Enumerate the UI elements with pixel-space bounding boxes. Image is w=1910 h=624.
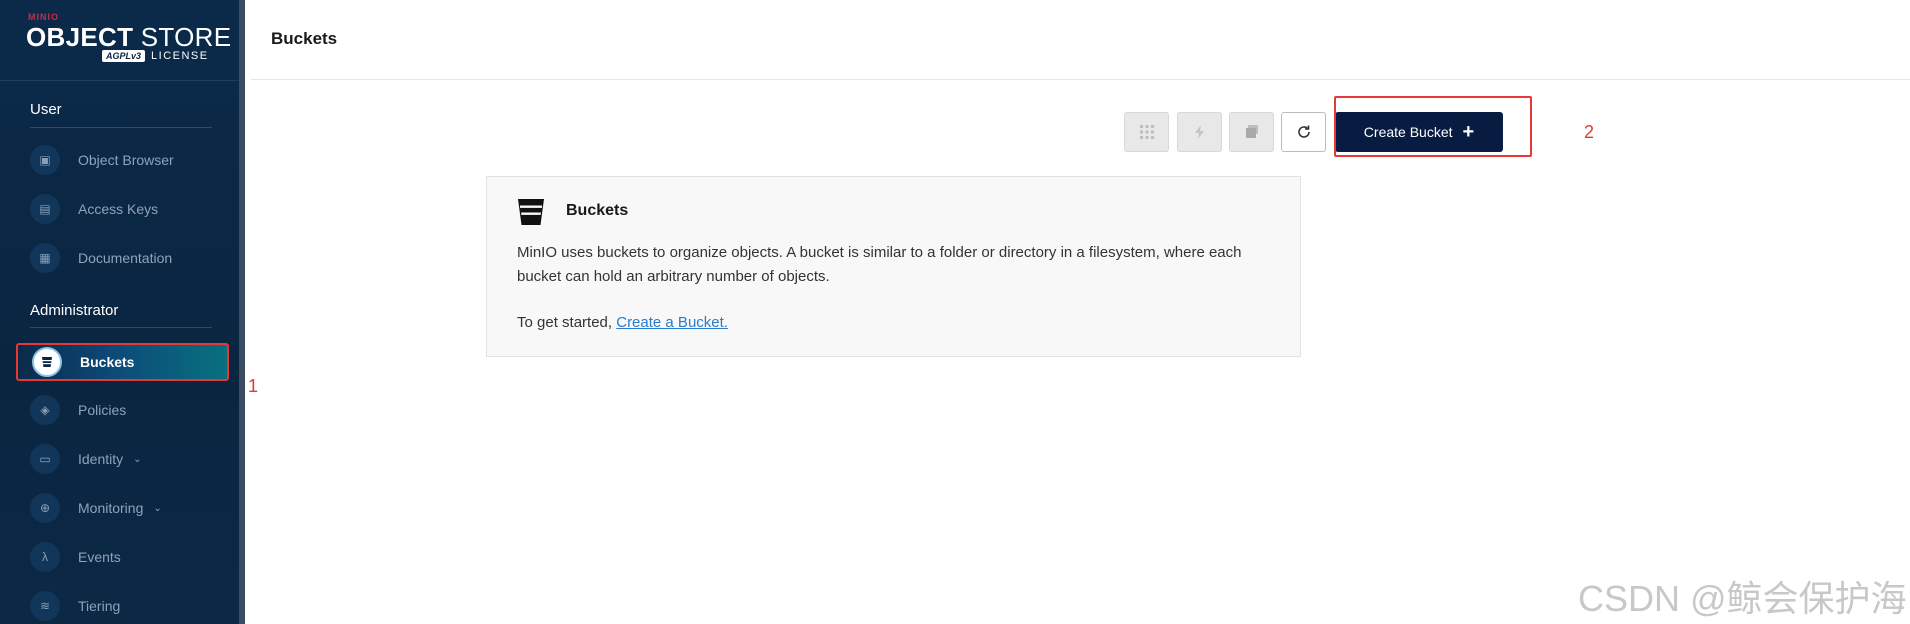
refresh-icon	[1297, 125, 1310, 138]
section-divider	[30, 327, 212, 328]
lifecycle-button[interactable]	[1229, 112, 1274, 152]
watermark: CSDN @鲸会保护海	[1578, 578, 1907, 619]
sidebar: MINIO OBJECT STORE AGPLv3 LICENSE User ▣…	[0, 0, 245, 624]
annotation-number-1: 1	[248, 376, 259, 396]
sidebar-item-documentation[interactable]: ▦ Documentation	[16, 239, 229, 277]
access-keys-icon: ▤	[30, 194, 60, 224]
get-started-text: To get started, Create a Bucket.	[517, 314, 728, 331]
policies-icon: ◈	[30, 395, 60, 425]
bucket-icon	[518, 199, 544, 225]
lightning-icon	[1194, 125, 1204, 139]
sidebar-item-monitoring[interactable]: ⊕ Monitoring ⌄	[16, 489, 229, 527]
logo-brand: MINIO	[28, 12, 59, 22]
buckets-info-card: Buckets MinIO uses buckets to organize o…	[486, 176, 1301, 357]
layers-icon	[1245, 125, 1258, 138]
info-card-description: MinIO uses buckets to organize objects. …	[517, 244, 1242, 285]
sidebar-item-buckets[interactable]: Buckets	[16, 343, 229, 381]
grid-view-button[interactable]	[1124, 112, 1169, 152]
monitoring-icon: ⊕	[30, 493, 60, 523]
page-header: Buckets	[251, 0, 1910, 80]
replication-button[interactable]	[1177, 112, 1222, 152]
minio-logo[interactable]: MINIO OBJECT STORE AGPLv3 LICENSE	[26, 12, 231, 68]
object-browser-icon: ▣	[30, 145, 60, 175]
sidebar-item-events[interactable]: λ Events	[16, 538, 229, 576]
plus-icon: +	[1462, 121, 1475, 143]
info-card-title: Buckets	[566, 202, 629, 219]
sidebar-item-identity[interactable]: ▭ Identity ⌄	[16, 440, 229, 478]
app-window: MINIO OBJECT STORE AGPLv3 LICENSE User ▣…	[0, 0, 1910, 624]
agpl-badge: AGPLv3	[102, 50, 146, 62]
sidebar-item-policies[interactable]: ◈ Policies	[16, 391, 229, 429]
create-bucket-link[interactable]: Create a Bucket.	[616, 314, 728, 331]
chevron-down-icon: ⌄	[153, 502, 162, 514]
annotation-number-2: 2	[1584, 122, 1595, 142]
lambda-icon: λ	[30, 542, 60, 572]
identity-icon: ▭	[30, 444, 60, 474]
sidebar-item-object-browser[interactable]: ▣ Object Browser	[16, 141, 229, 179]
logo-product: OBJECT STORE	[26, 22, 232, 52]
bucket-icon	[32, 347, 62, 377]
logo-license: AGPLv3 LICENSE	[102, 50, 209, 62]
sidebar-divider	[0, 80, 239, 81]
section-divider	[30, 127, 212, 128]
tiering-icon: ≋	[30, 591, 60, 621]
documentation-icon: ▦	[30, 243, 60, 273]
page-title: Buckets	[271, 29, 338, 48]
refresh-button[interactable]	[1281, 112, 1326, 152]
create-bucket-button[interactable]: Create Bucket +	[1335, 112, 1503, 152]
sidebar-item-tiering[interactable]: ≋ Tiering	[16, 587, 229, 624]
chevron-down-icon: ⌄	[133, 453, 142, 465]
section-user: User	[30, 101, 62, 118]
section-administrator: Administrator	[30, 302, 119, 319]
sidebar-item-access-keys[interactable]: ▤ Access Keys	[16, 190, 229, 228]
grid-icon	[1139, 125, 1154, 139]
create-bucket-label: Create Bucket	[1363, 124, 1453, 140]
